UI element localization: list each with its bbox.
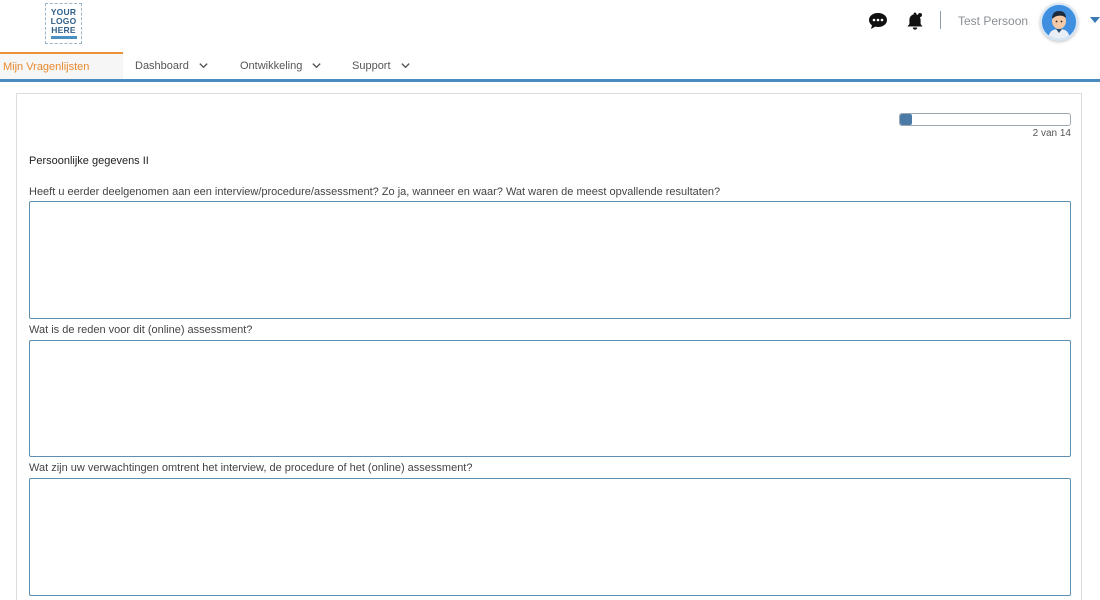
- section-title: Persoonlijke gegevens II: [29, 155, 149, 167]
- logo-bar: [50, 36, 77, 39]
- tab-label: Mijn Vragenlijsten: [3, 60, 90, 73]
- question-label: Wat zijn uw verwachtingen omtrent het in…: [29, 462, 473, 474]
- chevron-down-icon[interactable]: [1090, 17, 1100, 23]
- tab-label: Ontwikkeling: [240, 59, 303, 72]
- progress-label: 2 van 14: [1032, 128, 1071, 139]
- tab-ontwikkeling[interactable]: Ontwikkeling: [240, 52, 322, 79]
- questionnaire-card: 2 van 14 Persoonlijke gegevens II Heeft …: [16, 93, 1082, 600]
- header-divider: [940, 11, 941, 29]
- logo-text: YOUR LOGO HERE: [50, 7, 77, 35]
- answer-textarea-1[interactable]: [29, 201, 1071, 319]
- company-logo[interactable]: YOUR LOGO HERE: [45, 3, 82, 44]
- chat-icon[interactable]: [867, 10, 889, 32]
- tab-label: Support: [352, 59, 391, 72]
- question-label: Wat is de reden voor dit (online) assess…: [29, 324, 253, 336]
- chevron-down-icon: [400, 63, 410, 69]
- tab-mijn-vragenlijsten[interactable]: Mijn Vragenlijsten: [0, 52, 123, 79]
- chevron-down-icon: [312, 63, 322, 69]
- user-name[interactable]: Test Persoon: [958, 14, 1028, 28]
- app-header: YOUR LOGO HERE Test Persoon: [0, 0, 1100, 52]
- tab-support[interactable]: Support: [352, 52, 411, 79]
- chevron-down-icon: [199, 63, 208, 69]
- tab-label: Dashboard: [135, 59, 189, 72]
- avatar[interactable]: [1040, 3, 1078, 41]
- main-nav: Mijn Vragenlijsten Dashboard Ontwikkelin…: [0, 52, 1100, 82]
- progress-fill: [900, 114, 913, 125]
- question-label: Heeft u eerder deelgenomen aan een inter…: [29, 186, 721, 198]
- tab-dashboard[interactable]: Dashboard: [135, 52, 209, 79]
- progress-bar: [899, 113, 1071, 126]
- answer-textarea-3[interactable]: [29, 478, 1071, 596]
- bell-icon[interactable]: [904, 10, 926, 32]
- answer-textarea-2[interactable]: [29, 340, 1071, 457]
